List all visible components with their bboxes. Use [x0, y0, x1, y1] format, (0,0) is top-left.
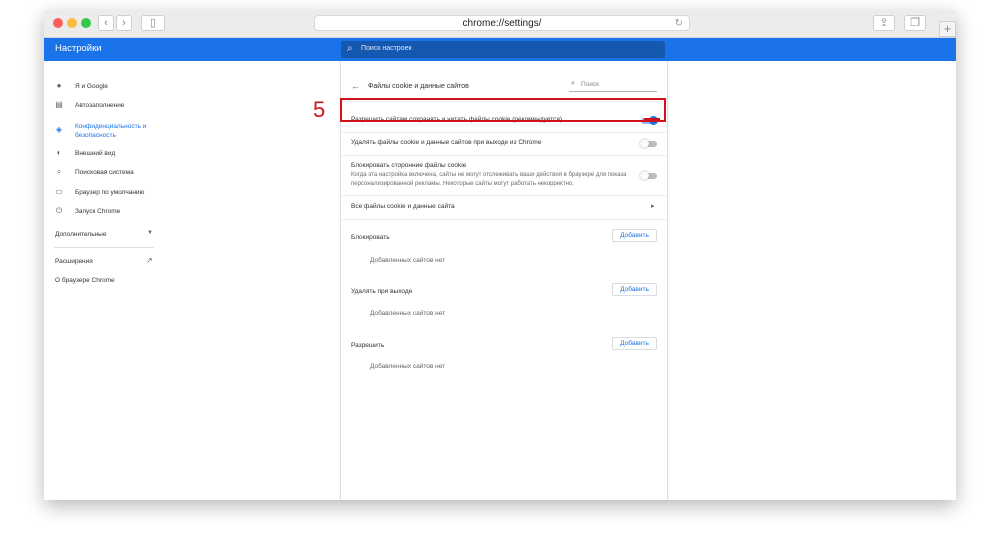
toggle-knob — [640, 139, 649, 148]
tabs-overview-icon[interactable]: ❐ — [904, 15, 926, 31]
section-title: Файлы cookie и данные сайтов — [368, 83, 469, 90]
advanced-toggle[interactable]: Дополнительные ▼ — [55, 230, 155, 238]
external-link-icon: ↗ — [146, 256, 153, 265]
palette-icon: ◐ — [56, 148, 62, 157]
allow-add-button[interactable]: Добавить — [612, 337, 657, 350]
search-icon: ⌕ — [56, 167, 62, 176]
clear-on-exit-section-label: Удалять при выходе — [351, 288, 413, 295]
block-third-party-label: Блокировать сторонние файлы cookie — [351, 162, 467, 169]
maximize-window-button[interactable] — [81, 18, 91, 28]
back-arrow-icon[interactable]: ← — [351, 81, 360, 91]
sidebar-divider — [54, 247, 154, 248]
cookies-search-input[interactable]: ⌕ Поиск — [569, 79, 657, 92]
cookies-settings-panel: ← Файлы cookie и данные сайтов ⌕ Поиск Р… — [340, 61, 668, 500]
highlight-underline — [644, 118, 660, 120]
sidebar-item-label: Браузер по умолчанию — [75, 189, 145, 196]
sidebar: ● Я и Google ▤ Автозаполнение ◈ Конфиден… — [44, 61, 155, 500]
back-nav-icon[interactable]: ‹ — [98, 15, 114, 31]
url-text: chrome://settings/ — [462, 18, 542, 29]
about-label: О браузере Chrome — [55, 277, 115, 284]
all-cookies-link[interactable]: Все файлы cookie и данные сайта — [351, 203, 455, 210]
shield-icon: ◈ — [55, 125, 63, 134]
clear-on-exit-label: Удалять файлы cookie и данные сайтов при… — [351, 139, 542, 146]
extensions-label: Расширения — [55, 258, 93, 265]
search-icon: ⌕ — [347, 43, 353, 54]
block-third-party-description: Когда эта настройка включена, сайты не м… — [351, 172, 627, 187]
person-icon: ● — [56, 81, 62, 90]
allow-empty-text: Добавленных сайтов нет — [370, 363, 446, 370]
chevron-down-icon: ▼ — [147, 230, 153, 236]
step-number: 5 — [313, 97, 326, 122]
search-placeholder: Поиск — [581, 81, 600, 88]
settings-header: Настройки ⌕ Поиск настроек — [44, 38, 956, 61]
block-empty-text: Добавленных сайтов нет — [370, 257, 446, 264]
share-icon[interactable]: ⇪ — [873, 15, 895, 31]
sidebar-item-extensions[interactable]: Расширения ↗ — [55, 256, 155, 265]
forward-nav-icon[interactable]: › — [116, 15, 132, 31]
browser-window: ‹ › ▯ chrome://settings/ ↻ ⇪ ❐ + Настрой… — [44, 10, 956, 500]
block-section-label: Блокировать — [351, 234, 390, 241]
new-tab-button[interactable]: + — [939, 21, 956, 37]
row-divider — [341, 219, 667, 220]
sidebar-item-label: Поисковая система — [75, 169, 134, 176]
sidebar-item-label: Внешний вид — [75, 150, 116, 157]
row-divider — [341, 195, 667, 196]
address-bar[interactable]: chrome://settings/ ↻ — [314, 15, 690, 31]
advanced-label: Дополнительные — [55, 231, 107, 238]
settings-search-input[interactable]: ⌕ Поиск настроек — [341, 41, 665, 58]
minimize-window-button[interactable] — [67, 18, 77, 28]
block-third-party-toggle[interactable] — [640, 171, 657, 180]
search-icon: ⌕ — [571, 80, 575, 87]
block-add-button[interactable]: Добавить — [612, 229, 657, 242]
chevron-right-icon[interactable]: ▸ — [651, 202, 655, 210]
clear-on-exit-add-button[interactable]: Добавить — [612, 283, 657, 296]
sidebar-item-label: Автозаполнение — [75, 102, 125, 109]
sidebar-item-label: Я и Google — [75, 83, 108, 90]
sidebar-item-label: Конфиденциальность и безопасность — [75, 123, 147, 139]
sidebar-toggle-icon[interactable]: ▯ — [141, 15, 165, 31]
sidebar-item-about[interactable]: О браузере Chrome — [55, 277, 115, 284]
clipboard-icon: ▤ — [55, 100, 63, 109]
toggle-knob — [640, 171, 649, 180]
browser-icon: ▭ — [55, 187, 63, 196]
title-bar: ‹ › ▯ chrome://settings/ ↻ ⇪ ❐ — [44, 10, 956, 38]
row-divider — [341, 155, 667, 156]
clear-on-exit-toggle[interactable] — [640, 139, 657, 148]
row-divider — [341, 132, 667, 133]
clear-on-exit-empty-text: Добавленных сайтов нет — [370, 310, 446, 317]
sidebar-item-label: Запуск Chrome — [75, 208, 121, 215]
page-title: Настройки — [55, 43, 102, 54]
close-window-button[interactable] — [53, 18, 63, 28]
search-placeholder: Поиск настроек — [361, 45, 412, 52]
reload-icon[interactable]: ↻ — [675, 16, 683, 31]
highlight-box — [340, 98, 666, 122]
allow-section-label: Разрешить — [351, 342, 385, 349]
power-icon: ⏻ — [55, 206, 63, 215]
